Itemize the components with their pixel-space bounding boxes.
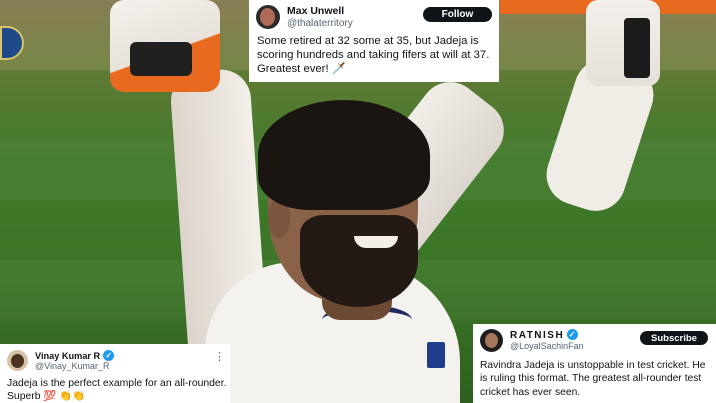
- verified-badge-icon: ✓: [567, 329, 579, 340]
- tweet-card-ratnish[interactable]: RATNISH ✓ @LoyalSachinFan Subscribe Ravin…: [473, 324, 716, 403]
- tweet-author-name-text[interactable]: Vinay Kumar R: [35, 351, 100, 361]
- tweet-card-max-unwell[interactable]: Max Unwell @thalaterritory Follow Some r…: [249, 0, 499, 82]
- tweet-text: Jadeja is the perfect example for an all…: [7, 378, 227, 402]
- tweet-author-handle[interactable]: @Vinay_Kumar_R: [35, 361, 110, 371]
- tweet-text: Ravindra Jadeja is unstoppable in test c…: [480, 360, 706, 398]
- jersey-badge: [427, 342, 445, 368]
- tweet-card-vinay-kumar[interactable]: Vinay Kumar R ✓ @Vinay_Kumar_R ⋮ Jadeja i…: [0, 344, 230, 403]
- more-dots-icon[interactable]: ⋮: [214, 350, 226, 363]
- batting-glove-left: [110, 0, 220, 92]
- glove-strap: [130, 42, 192, 76]
- tweet-author-name-text[interactable]: RATNISH: [510, 330, 564, 341]
- subscribe-button[interactable]: Subscribe: [640, 331, 708, 345]
- tweet-author-name[interactable]: RATNISH ✓: [510, 329, 579, 341]
- verified-badge-icon: ✓: [103, 350, 115, 361]
- avatar[interactable]: [256, 5, 280, 29]
- player-smile: [354, 236, 398, 248]
- batting-glove-right: [586, 0, 660, 86]
- tweet-author-handle[interactable]: @thalaterritory: [287, 18, 353, 29]
- tweet-author-name[interactable]: Max Unwell: [287, 5, 344, 17]
- tweet-author-handle[interactable]: @LoyalSachinFan: [510, 341, 584, 351]
- avatar[interactable]: [480, 329, 503, 352]
- glove-strip: [624, 18, 650, 78]
- avatar[interactable]: [7, 350, 28, 371]
- player-hair: [258, 100, 430, 210]
- tweet-text: Some retired at 32 some at 35, but Jadej…: [257, 35, 490, 76]
- follow-button[interactable]: Follow: [423, 7, 492, 22]
- player-beard: [300, 215, 418, 307]
- tweet-author-name[interactable]: Vinay Kumar R ✓: [35, 350, 115, 361]
